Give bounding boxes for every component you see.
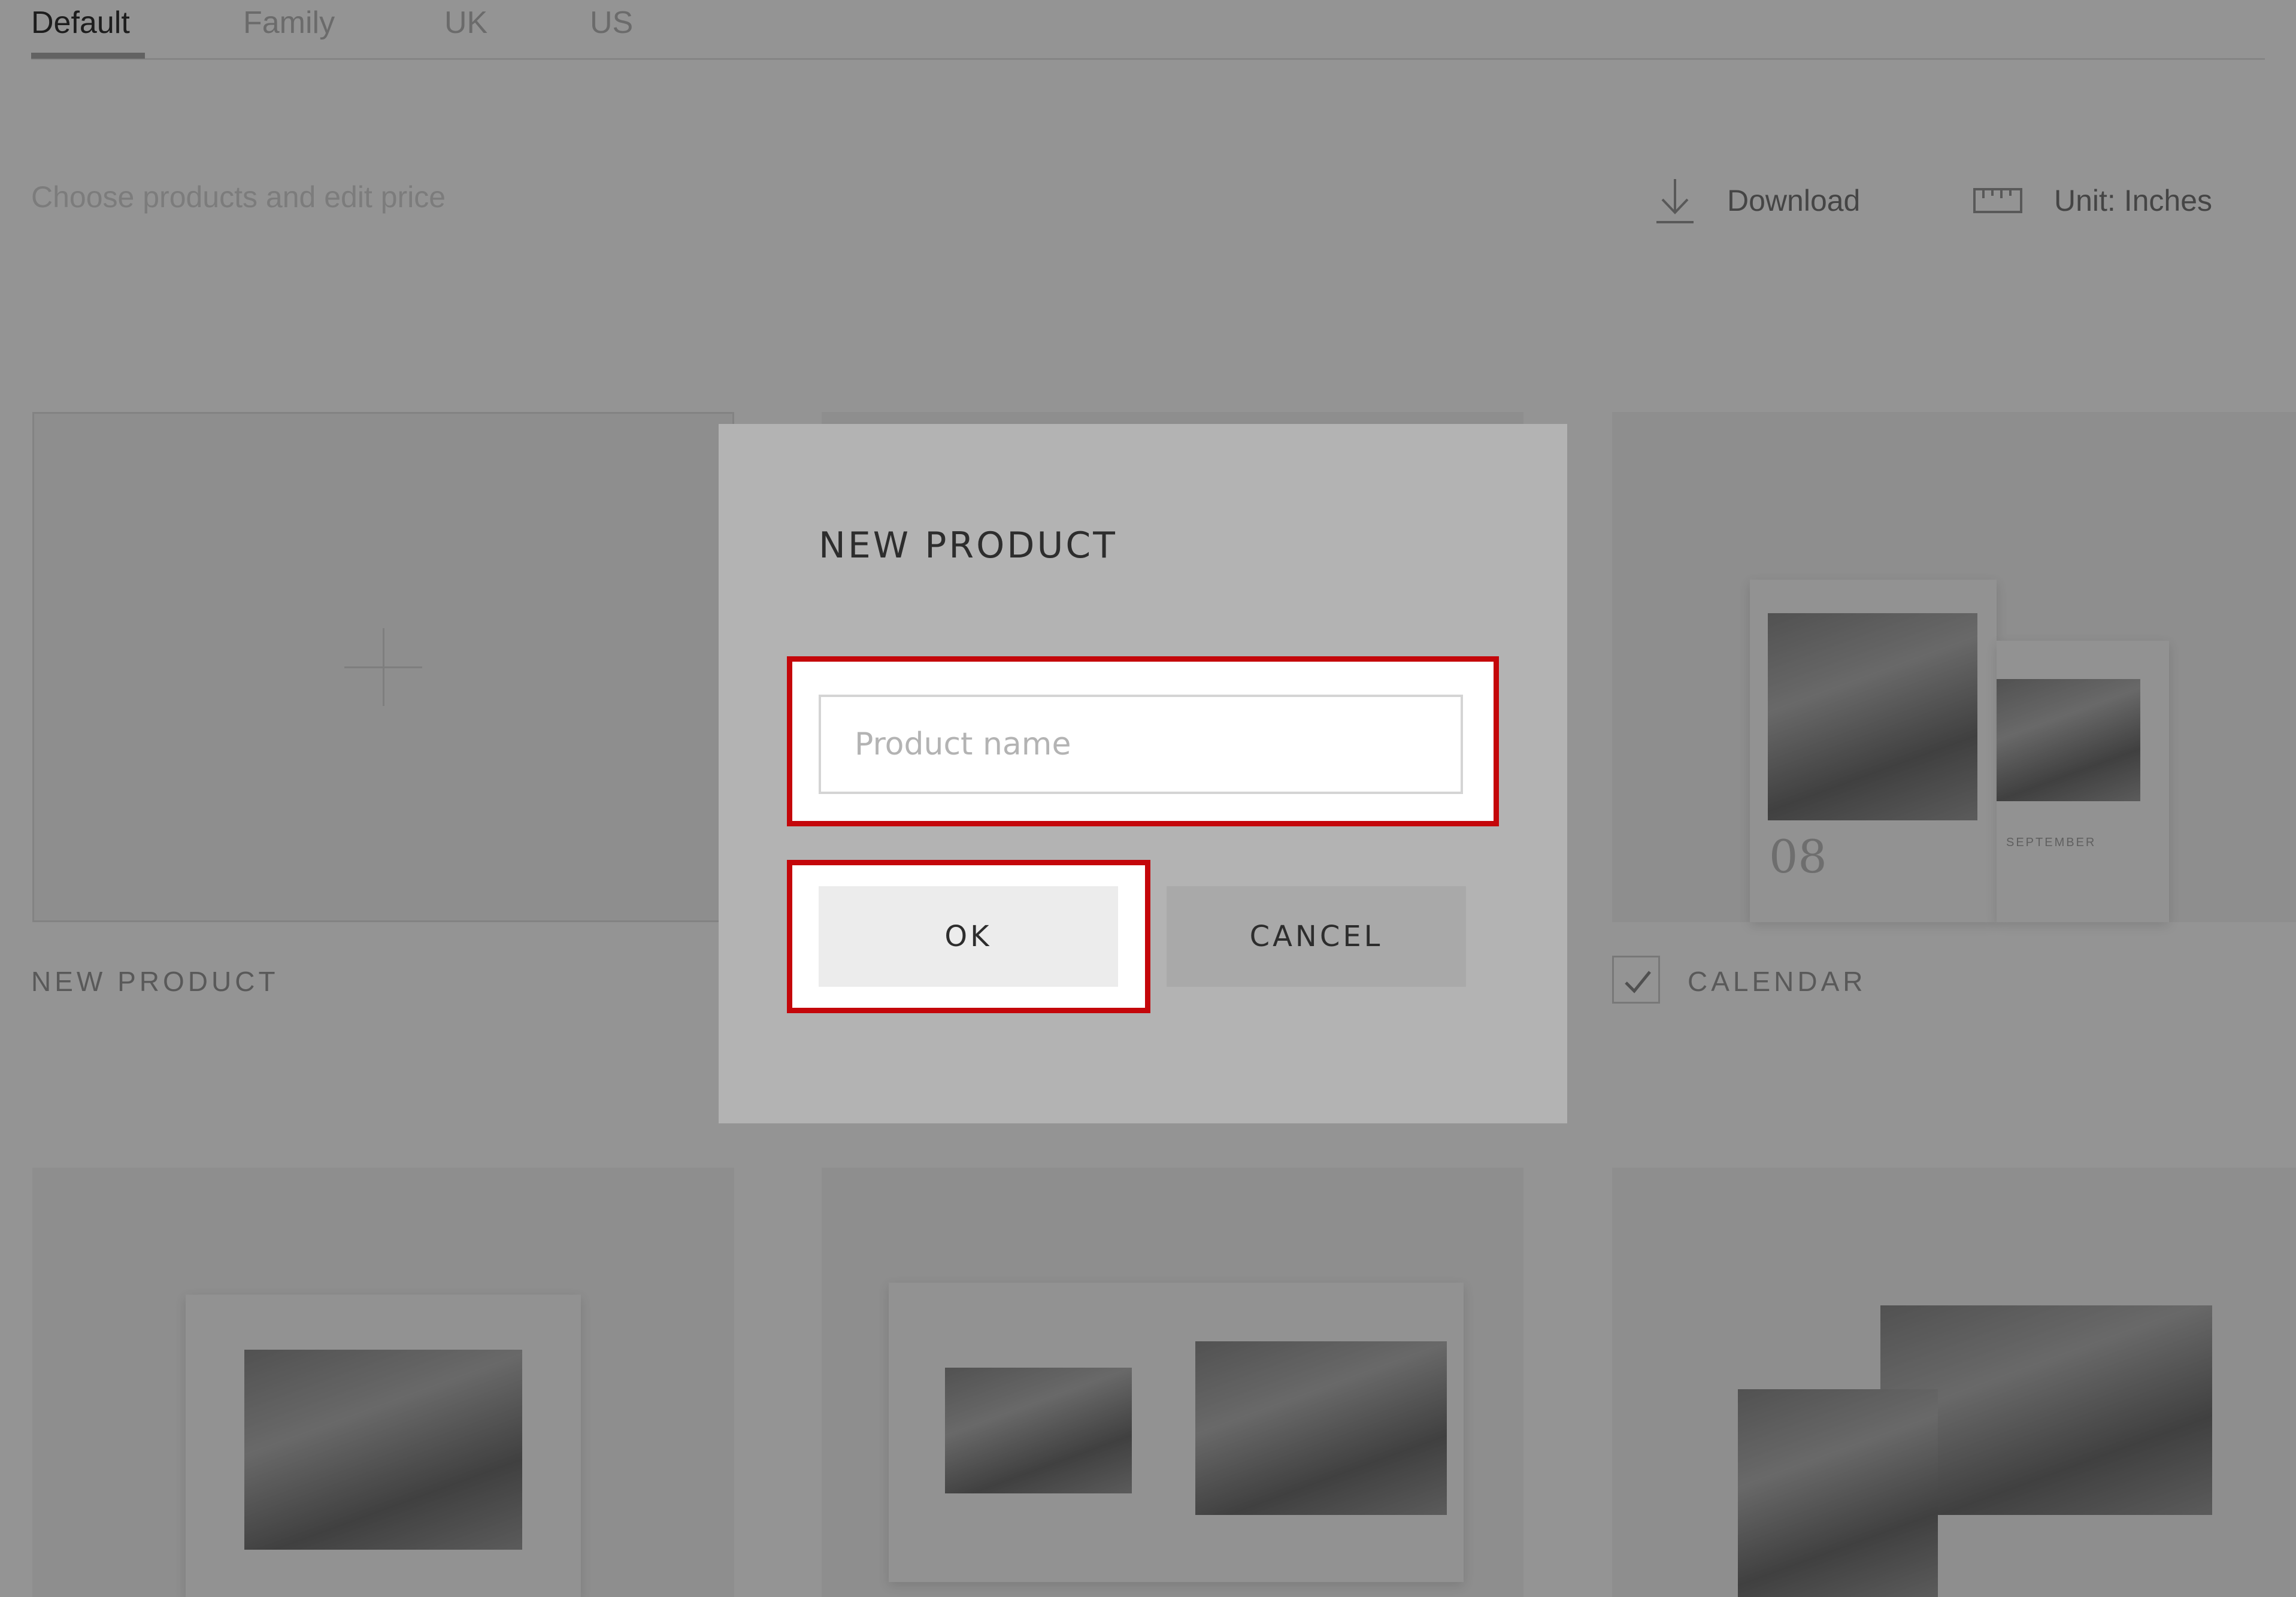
cancel-button[interactable]: CANCEL [1167,886,1466,987]
product-name-input[interactable] [819,695,1463,794]
dialog-title: NEW PRODUCT [819,525,1117,566]
ok-button[interactable]: OK [819,886,1118,987]
new-product-dialog: NEW PRODUCT OK CANCEL [719,424,1567,1123]
